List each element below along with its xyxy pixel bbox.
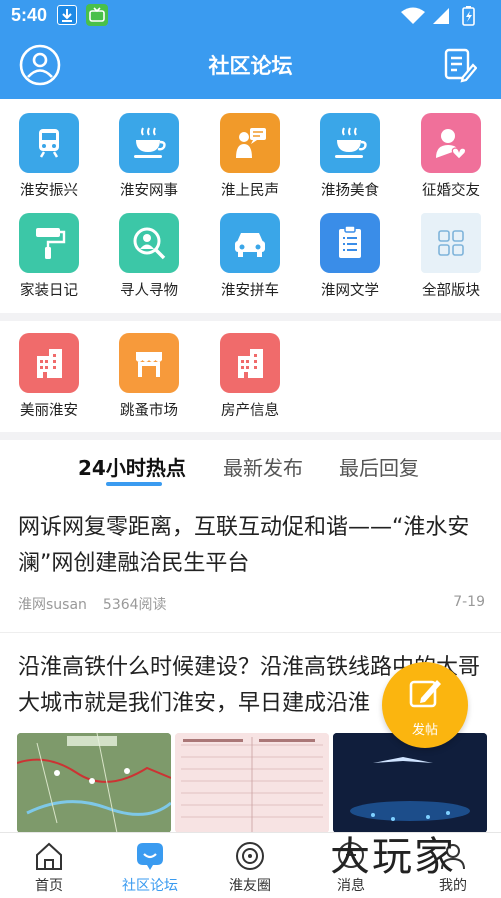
home-icon xyxy=(36,842,62,870)
edit-note-icon xyxy=(444,48,478,83)
tab-24h-hot[interactable]: 24小时热点 xyxy=(78,452,186,481)
category-label: 淮上民声 xyxy=(221,183,279,199)
nav-circle[interactable]: 淮友圈 xyxy=(200,833,300,898)
category-label: 房产信息 xyxy=(221,403,279,419)
category-寻人寻物[interactable]: 寻人寻物 xyxy=(101,213,201,313)
forum-categories: 淮安振兴 淮安网事 淮上民声 淮扬美食 征婚交友 家装日记 寻人寻物 淮安拼车 … xyxy=(0,113,501,313)
nav-forum[interactable]: 社区论坛 xyxy=(100,833,200,898)
category-label: 跳蚤市场 xyxy=(120,403,178,419)
nav-label: 社区论坛 xyxy=(122,878,178,894)
post-thumbnail-map[interactable] xyxy=(17,733,171,833)
extra-categories: 美丽淮安 跳蚤市场 房产信息 xyxy=(0,333,501,433)
category-淮网文学[interactable]: 淮网文学 xyxy=(302,213,402,313)
category-淮安网事[interactable]: 淮安网事 xyxy=(101,113,201,213)
category-label: 寻人寻物 xyxy=(120,283,178,299)
category-label: 淮安网事 xyxy=(120,183,178,199)
post-views: 5364阅读 xyxy=(102,597,167,613)
active-tab-indicator xyxy=(106,482,162,486)
signal-icon xyxy=(433,8,449,24)
section-divider xyxy=(0,313,501,321)
battery-icon xyxy=(462,6,475,26)
category-跳蚤市场[interactable]: 跳蚤市场 xyxy=(101,333,201,433)
status-time: 5:40 xyxy=(11,5,48,25)
app-notification-icon xyxy=(86,4,108,26)
section-divider xyxy=(0,432,501,440)
category-淮上民声[interactable]: 淮上民声 xyxy=(202,113,302,213)
speaker-icon xyxy=(220,113,280,173)
category-label: 全部版块 xyxy=(422,283,480,299)
feed-tabs: 24小时热点 最新发布 最后回复 xyxy=(0,440,501,492)
paint-roller-icon xyxy=(19,213,79,273)
nav-label: 首页 xyxy=(35,878,63,894)
post-thumbnail-night[interactable] xyxy=(333,733,487,833)
new-post-button[interactable] xyxy=(441,47,478,83)
building-icon xyxy=(19,333,79,393)
car-icon xyxy=(220,213,280,273)
category-label: 淮安振兴 xyxy=(20,183,78,199)
building-icon xyxy=(220,333,280,393)
forum-icon xyxy=(137,843,163,870)
category-label: 美丽淮安 xyxy=(20,403,78,419)
page-title: 社区论坛 xyxy=(208,54,293,78)
publish-post-fab[interactable]: 发帖 xyxy=(382,662,468,748)
category-家装日记[interactable]: 家装日记 xyxy=(1,213,101,313)
search-person-icon xyxy=(119,213,179,273)
category-label: 淮安拼车 xyxy=(221,283,279,299)
post-date: 7-19 xyxy=(453,594,485,610)
shop-icon xyxy=(119,333,179,393)
edit-icon xyxy=(409,680,441,708)
status-bar: 5:40 xyxy=(0,0,501,32)
post-separator xyxy=(0,632,501,633)
post-author[interactable]: 淮网susan xyxy=(18,597,87,613)
category-房产信息[interactable]: 房产信息 xyxy=(202,333,302,433)
grid-icon xyxy=(421,213,481,273)
category-label: 淮扬美食 xyxy=(321,183,379,199)
post-meta: 淮网susan 5364阅读 7-19 xyxy=(18,594,488,614)
wifi-icon xyxy=(401,7,425,24)
watermark-logo: 大玩家 xyxy=(330,834,456,880)
category-淮安拼车[interactable]: 淮安拼车 xyxy=(202,213,302,313)
category-征婚交友[interactable]: 征婚交友 xyxy=(403,113,501,213)
document-icon xyxy=(320,213,380,273)
category-全部版块[interactable]: 全部版块 xyxy=(403,213,501,313)
fab-label: 发帖 xyxy=(411,723,438,738)
category-label: 征婚交友 xyxy=(422,183,480,199)
header: 社区论坛 xyxy=(0,32,501,99)
download-icon xyxy=(57,5,77,25)
nav-label: 淮友圈 xyxy=(229,878,271,894)
post-thumbnail-table[interactable] xyxy=(175,733,329,833)
post-title[interactable]: 网诉网复零距离，互联互动促和谐——“淮水安澜”网创建融洽民生平台 xyxy=(18,510,488,582)
coffee-icon xyxy=(320,113,380,173)
category-label: 淮网文学 xyxy=(321,283,379,299)
circle-icon xyxy=(236,842,264,870)
train-icon xyxy=(19,113,79,173)
category-淮扬美食[interactable]: 淮扬美食 xyxy=(302,113,402,213)
coffee-icon xyxy=(119,113,179,173)
category-淮安振兴[interactable]: 淮安振兴 xyxy=(1,113,101,213)
tab-last-reply[interactable]: 最后回复 xyxy=(339,452,419,481)
category-美丽淮安[interactable]: 美丽淮安 xyxy=(1,333,101,433)
nav-home[interactable]: 首页 xyxy=(0,833,99,898)
heart-user-icon xyxy=(421,113,481,173)
tab-latest[interactable]: 最新发布 xyxy=(223,452,303,481)
category-label: 家装日记 xyxy=(20,283,78,299)
status-indicators xyxy=(399,5,489,27)
